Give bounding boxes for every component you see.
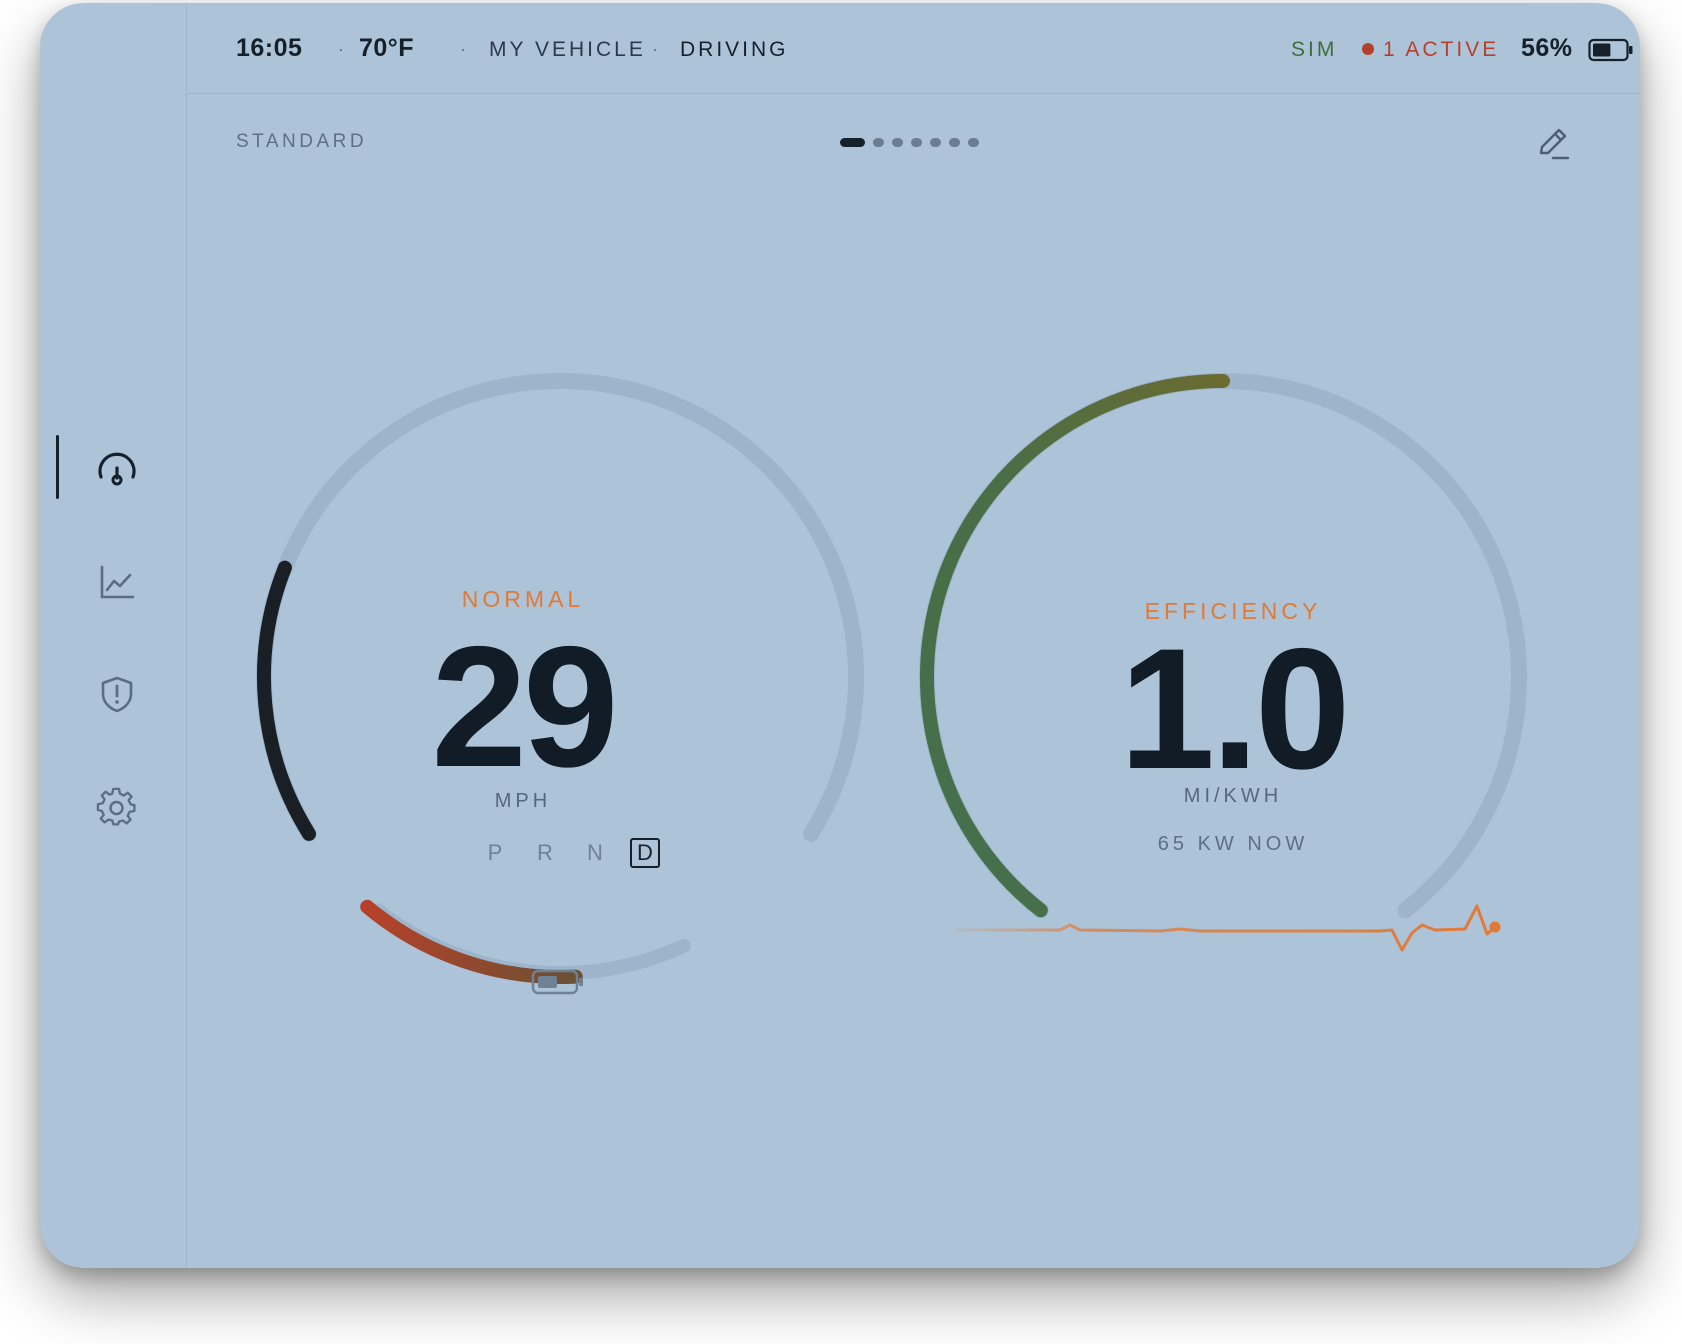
battery-icon — [531, 969, 583, 995]
gear-selector: PRND — [480, 838, 660, 868]
efficiency-value: 1.0 — [1119, 613, 1350, 805]
speed-unit: MPH — [494, 790, 552, 812]
speed-gauge-fill — [256, 560, 316, 841]
power-readout: 65 KW NOW — [1157, 833, 1309, 855]
drive-mode[interactable]: NORMAL — [433, 586, 613, 613]
gear-p[interactable]: P — [480, 838, 510, 868]
speed-value: 29 — [431, 611, 618, 803]
gear-d[interactable]: D — [630, 838, 660, 868]
gear-n[interactable]: N — [580, 838, 610, 868]
gear-r[interactable]: R — [530, 838, 560, 868]
sparkline-endpoint — [1489, 921, 1501, 933]
device-frame: 16:05 · 70°F · MY VEHICLE · DRIVING SIM … — [40, 3, 1640, 1268]
efficiency-unit: MI/KWH — [1183, 785, 1283, 807]
gauge-battery-fill — [538, 976, 557, 988]
